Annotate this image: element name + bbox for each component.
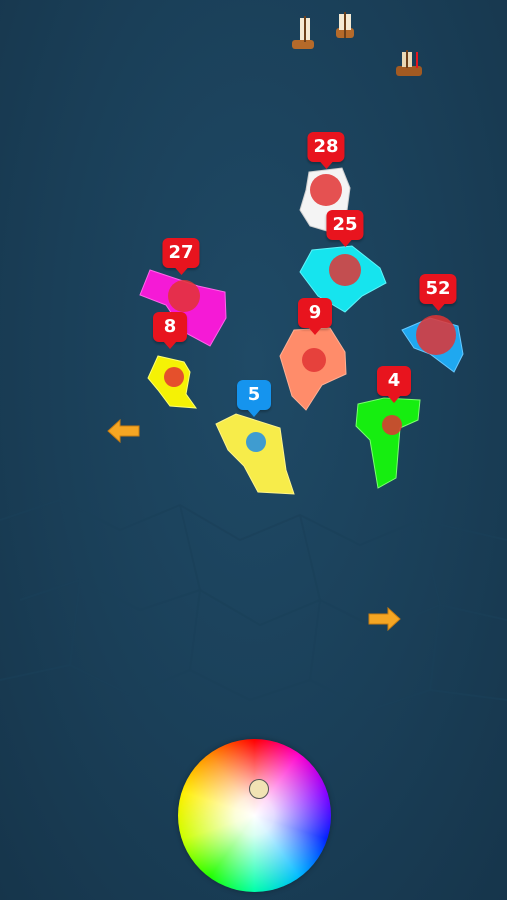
island-count-badge-yellow-player: 5 — [237, 380, 271, 417]
troop-cluster — [164, 367, 184, 387]
island-yellow-small[interactable] — [147, 355, 198, 409]
island-yellow-player[interactable] — [215, 413, 295, 495]
ship-icon[interactable] — [336, 12, 354, 38]
island-count-badge-magenta: 27 — [162, 238, 200, 275]
island-count-badge-green: 4 — [377, 366, 411, 403]
troop-cluster — [310, 174, 342, 206]
island-count-badge-cyan: 25 — [326, 210, 364, 247]
troop-cluster — [302, 348, 326, 372]
color-wheel-center — [178, 739, 331, 892]
ships — [292, 12, 422, 76]
troop-cluster — [416, 315, 456, 355]
right-arrow-icon[interactable] — [366, 606, 402, 632]
troop-cluster — [168, 280, 200, 312]
color-wheel-knob[interactable] — [249, 779, 269, 799]
color-wheel[interactable] — [178, 739, 331, 892]
ship-icon[interactable] — [292, 16, 314, 49]
island-count-badge-sky-blue: 52 — [419, 274, 457, 311]
game-board: 28 25 27 52 9 8 4 5 — [0, 0, 507, 900]
island-green[interactable] — [355, 397, 421, 489]
troop-cluster — [246, 432, 266, 452]
island-count-badge-salmon: 9 — [298, 298, 332, 335]
islands — [139, 167, 464, 495]
island-salmon[interactable] — [279, 327, 347, 411]
island-count-badge-white: 28 — [307, 132, 345, 169]
island-count-badge-yellow-small: 8 — [153, 312, 187, 349]
troop-cluster — [329, 254, 361, 286]
ship-icon[interactable] — [396, 50, 422, 76]
left-arrow-icon[interactable] — [106, 418, 142, 444]
seabed-pattern — [0, 498, 507, 712]
troop-cluster — [382, 415, 402, 435]
island-sky-blue[interactable] — [401, 315, 464, 373]
